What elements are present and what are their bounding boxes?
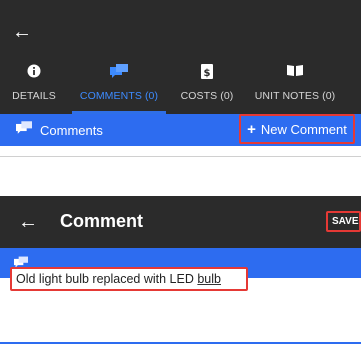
tab-unit-notes[interactable]: UNIT NOTES (0) — [250, 60, 340, 114]
comments-icon — [16, 121, 32, 139]
comments-icon — [68, 64, 170, 82]
new-comment-label: New Comment — [260, 121, 347, 137]
page-title: Comment — [60, 211, 144, 231]
tab-unit-notes-label: UNIT NOTES (0) — [254, 90, 336, 102]
tab-details[interactable]: DETAILS — [0, 60, 68, 114]
tab-comments[interactable]: COMMENTS (0) — [68, 60, 170, 114]
comment-edit-screen: ← Comment SAVE Old light bulb replaced w… — [0, 196, 361, 345]
tab-comments-label: COMMENTS (0) — [79, 90, 159, 102]
book-icon — [250, 64, 340, 82]
comments-section-title: Comments — [40, 122, 103, 138]
back-arrow-icon[interactable]: ← — [16, 210, 40, 234]
save-button[interactable]: SAVE — [326, 211, 361, 232]
tab-costs-label: COSTS (0) — [180, 90, 234, 102]
tab-details-label: DETAILS — [12, 90, 56, 102]
dollar-document-icon: $ — [176, 64, 238, 82]
tab-bar: DETAILS COMMENTS (0) $ COSTS (0) UNIT NO… — [0, 60, 361, 114]
comments-list-screen: ← DETAILS COMMENTS (0) $ COSTS (0) UNIT … — [0, 0, 361, 157]
new-comment-button[interactable]: + New Comment — [239, 114, 355, 144]
comment-text: Old light bulb replaced with LED — [16, 272, 198, 286]
svg-text:$: $ — [204, 68, 211, 79]
app-bar — [0, 196, 361, 248]
info-icon — [0, 64, 68, 82]
field-underline — [0, 342, 361, 344]
spellcheck-flagged-word: bulb — [197, 272, 221, 286]
tab-costs[interactable]: $ COSTS (0) — [176, 60, 238, 114]
plus-icon: + — [247, 120, 256, 138]
back-arrow-icon[interactable]: ← — [10, 20, 34, 44]
comment-text-field[interactable]: Old light bulb replaced with LED bulb — [10, 267, 248, 291]
